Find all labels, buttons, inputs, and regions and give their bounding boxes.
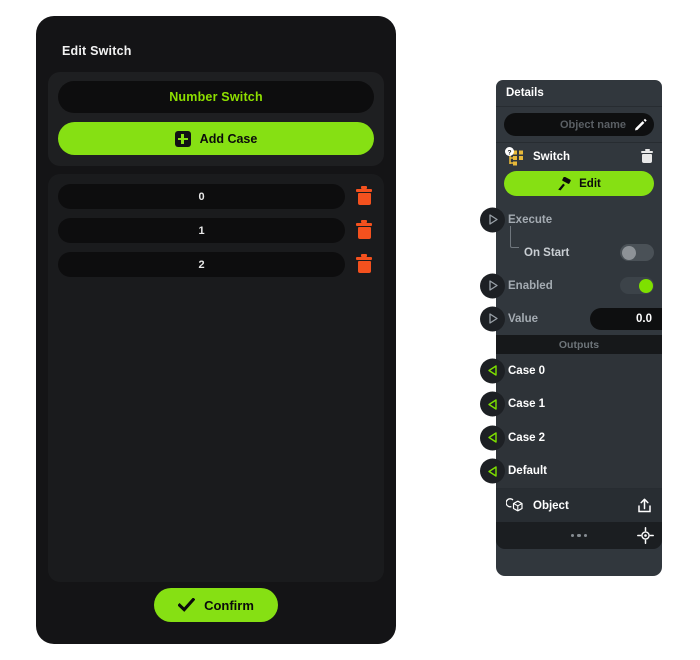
details-panel: Details Object name ? Switch Edit Execut… xyxy=(480,80,662,576)
trash-icon[interactable] xyxy=(354,254,374,276)
screen: Edit Switch Number Switch Add Case 0 1 2… xyxy=(0,0,700,660)
tree-connector xyxy=(510,226,519,248)
case-1-output-port[interactable] xyxy=(480,391,505,417)
edit-label: Edit xyxy=(579,177,601,190)
dialog-body: Number Switch Add Case 0 1 2 xyxy=(48,72,384,592)
property-row-execute: Execute xyxy=(480,203,662,236)
object-name-row: Object name xyxy=(496,107,662,143)
edit-switch-dialog: Edit Switch Number Switch Add Case 0 1 2… xyxy=(36,16,396,644)
property-label-execute: Execute xyxy=(508,213,553,226)
output-row-case-1: Case 1 xyxy=(480,387,662,421)
switch-header-card: Number Switch Add Case xyxy=(48,72,384,166)
property-row-on-start: On Start xyxy=(496,226,662,269)
output-row-default: Default xyxy=(480,454,662,488)
trash-icon[interactable] xyxy=(354,220,374,242)
object-name-placeholder: Object name xyxy=(559,118,626,131)
pencil-icon[interactable] xyxy=(633,117,648,132)
enabled-input-port[interactable] xyxy=(480,273,505,298)
output-label: Default xyxy=(508,465,547,478)
outputs-label: Outputs xyxy=(558,338,600,351)
value-input-port[interactable] xyxy=(480,306,505,331)
edit-button-wrap: Edit xyxy=(496,171,662,203)
output-label: Case 1 xyxy=(508,398,546,411)
property-label-value: Value xyxy=(508,312,539,325)
confirm-label: Confirm xyxy=(204,597,254,613)
add-case-label: Add Case xyxy=(199,131,258,146)
case-0-output-port[interactable] xyxy=(480,358,505,384)
component-row-switch[interactable]: ? Switch xyxy=(496,143,662,171)
default-output-port[interactable] xyxy=(480,458,505,484)
object-name-input[interactable]: Object name xyxy=(504,113,654,136)
execute-input-port[interactable] xyxy=(480,207,505,232)
check-icon xyxy=(178,598,196,612)
property-label-on-start: On Start xyxy=(524,246,570,259)
switch-name-field[interactable]: Number Switch xyxy=(58,81,374,113)
output-row-case-2: Case 2 xyxy=(480,421,662,455)
trash-icon[interactable] xyxy=(354,186,374,208)
crosshair-icon[interactable] xyxy=(637,527,654,544)
plus-icon xyxy=(174,130,191,147)
property-row-enabled: Enabled xyxy=(480,269,662,302)
edit-button[interactable]: Edit xyxy=(504,171,654,196)
output-label: Case 2 xyxy=(508,431,546,444)
object-row[interactable]: Object xyxy=(496,488,662,522)
property-row-value: Value 0.0 xyxy=(480,302,662,335)
outputs-section-header: Outputs xyxy=(496,335,662,354)
case-row: 0 xyxy=(58,184,374,209)
component-name: Switch xyxy=(533,151,571,163)
details-header: Details xyxy=(496,80,662,107)
object-label: Object xyxy=(533,499,569,512)
load-object-icon[interactable] xyxy=(636,497,653,514)
output-row-case-0: Case 0 xyxy=(480,354,662,388)
dialog-footer: Confirm xyxy=(36,588,396,622)
enabled-toggle[interactable] xyxy=(620,277,654,294)
cases-list: 0 1 2 xyxy=(48,174,384,582)
case-value-input[interactable]: 1 xyxy=(58,218,345,243)
on-start-toggle[interactable] xyxy=(620,244,654,261)
details-title: Details xyxy=(506,87,544,99)
paint-roller-icon xyxy=(558,176,571,190)
case-row: 1 xyxy=(58,218,374,243)
add-case-button[interactable]: Add Case xyxy=(58,122,374,155)
cube-icon xyxy=(506,497,523,511)
case-2-output-port[interactable] xyxy=(480,425,505,451)
output-label: Case 0 xyxy=(508,364,546,377)
more-options-button[interactable] xyxy=(570,533,588,538)
case-value-input[interactable]: 2 xyxy=(58,252,345,277)
panel-footer xyxy=(496,522,662,549)
case-row: 2 xyxy=(58,252,374,277)
case-value-input[interactable]: 0 xyxy=(58,184,345,209)
dialog-title: Edit Switch xyxy=(62,44,132,58)
trash-icon[interactable] xyxy=(640,149,654,165)
confirm-button[interactable]: Confirm xyxy=(154,588,278,622)
value-input[interactable]: 0.0 xyxy=(590,307,662,330)
svg-text:?: ? xyxy=(507,149,511,156)
switch-component-icon: ? xyxy=(504,147,526,167)
property-label-enabled: Enabled xyxy=(508,279,553,292)
